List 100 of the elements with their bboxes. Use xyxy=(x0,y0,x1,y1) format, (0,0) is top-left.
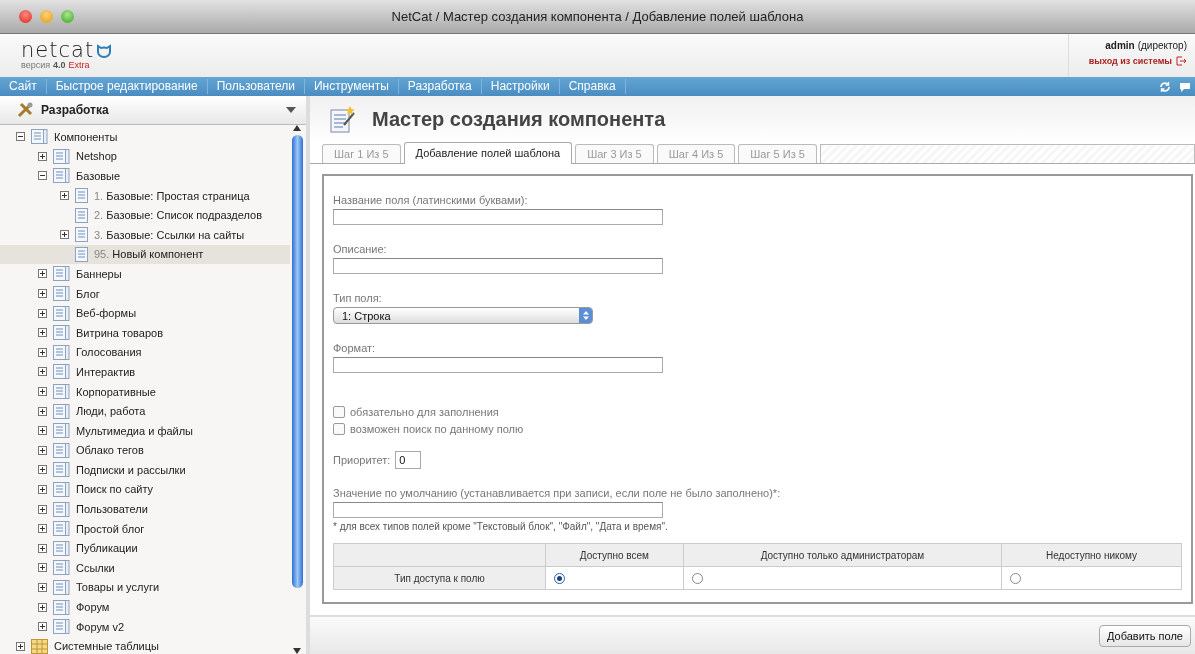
expand-icon[interactable] xyxy=(38,308,47,318)
expand-icon[interactable] xyxy=(16,641,25,651)
format-input[interactable] xyxy=(333,357,663,373)
checkbox-label: возможен поиск по данному полю xyxy=(350,422,524,435)
exit-icon xyxy=(1176,56,1187,66)
expand-icon[interactable] xyxy=(38,563,47,573)
field-name-input[interactable] xyxy=(333,209,663,225)
expand-icon[interactable] xyxy=(38,387,47,396)
tree-item[interactable]: Подписки и рассылки xyxy=(0,460,290,480)
description-input[interactable] xyxy=(333,258,663,274)
documents-icon xyxy=(53,423,70,439)
expand-icon[interactable] xyxy=(38,347,47,357)
tree-item[interactable]: Облако тегов xyxy=(0,440,290,461)
documents-icon xyxy=(53,168,70,184)
cat-head-icon xyxy=(96,42,113,58)
tree-item[interactable]: Мультимедиа и файлы xyxy=(0,420,290,441)
tree-item[interactable]: Корпоративные xyxy=(0,381,290,402)
tree-item[interactable]: Баннеры xyxy=(0,264,290,284)
tree-item[interactable]: Простой блог xyxy=(0,518,290,539)
tree-item[interactable]: Форум v2 xyxy=(0,616,290,637)
checkbox[interactable] xyxy=(333,422,345,435)
field-label: Название поля (латинскими буквами): xyxy=(333,194,529,206)
radio-button[interactable] xyxy=(1010,572,1022,584)
expand-icon[interactable] xyxy=(38,367,47,377)
tree-item[interactable]: Ссылки xyxy=(0,558,290,578)
default-value-input[interactable] xyxy=(333,502,663,518)
expand-icon[interactable] xyxy=(38,524,47,534)
tree-item[interactable]: Пользователи xyxy=(0,499,290,519)
document-icon xyxy=(75,227,88,243)
expand-icon[interactable] xyxy=(60,230,69,240)
expand-icon[interactable] xyxy=(38,269,47,279)
add-field-button[interactable]: Добавить поле xyxy=(1098,624,1191,647)
documents-icon xyxy=(53,148,70,164)
expand-icon[interactable] xyxy=(38,504,47,514)
documents-icon xyxy=(31,129,48,145)
tree-item[interactable]: 95. Новый компонент xyxy=(0,244,290,265)
documents-icon xyxy=(53,540,70,556)
collapse-icon[interactable] xyxy=(38,171,47,181)
tree-item[interactable]: Netshop xyxy=(0,146,290,167)
scroll-down-arrow-icon[interactable] xyxy=(293,648,301,654)
tree-item[interactable]: 3. Базовые: Ссылки на сайты xyxy=(0,224,290,245)
expand-icon[interactable] xyxy=(38,406,47,416)
refresh-icon[interactable] xyxy=(1159,80,1171,93)
expand-icon[interactable] xyxy=(38,445,47,455)
tree-item[interactable]: Товары и услуги xyxy=(0,577,290,598)
logout-link[interactable]: выход из системы xyxy=(1088,56,1172,66)
expand-icon[interactable] xyxy=(38,151,47,161)
tree-item[interactable]: 1. Базовые: Простая страница xyxy=(0,185,290,206)
documents-icon xyxy=(53,344,70,360)
expand-icon[interactable] xyxy=(60,191,69,201)
tree-item[interactable]: Системные таблицы xyxy=(0,636,290,654)
expand-icon[interactable] xyxy=(38,289,47,299)
collapse-icon[interactable] xyxy=(16,132,25,142)
priority-input[interactable]: 0 xyxy=(395,451,422,469)
tree-item[interactable]: Интерактив xyxy=(0,362,290,382)
checkbox-label: обязательно для заполнения xyxy=(350,405,499,418)
expand-icon[interactable] xyxy=(38,426,47,436)
scrollbar-thumb[interactable] xyxy=(291,135,303,588)
expand-icon[interactable] xyxy=(38,465,47,475)
documents-icon xyxy=(53,305,70,321)
checkbox[interactable] xyxy=(333,405,345,418)
radio-button[interactable] xyxy=(554,572,565,584)
column-header: Доступно только администраторам xyxy=(683,543,1002,567)
field-label: Значение по умолчанию (устанавливается при записи, если поле не было заполнено)*: xyxy=(333,487,782,499)
expand-icon[interactable] xyxy=(38,622,47,632)
documents-icon xyxy=(53,384,70,399)
expand-icon[interactable] xyxy=(38,582,47,592)
field-label: Формат: xyxy=(333,342,377,354)
expand-icon[interactable] xyxy=(38,602,47,612)
user-name: admin xyxy=(1105,40,1135,51)
field-type-select[interactable]: 1: Строка xyxy=(333,307,593,324)
documents-icon xyxy=(53,560,70,576)
wizard-document-icon xyxy=(330,105,356,133)
table-icon xyxy=(31,638,48,654)
radio-button[interactable] xyxy=(691,572,703,584)
documents-icon xyxy=(53,462,70,478)
close-button[interactable] xyxy=(19,10,32,23)
expand-icon[interactable] xyxy=(38,543,47,553)
documents-icon xyxy=(53,364,70,380)
tree-item[interactable]: Люди, работа xyxy=(0,401,290,421)
documents-icon xyxy=(53,266,70,282)
tree-item[interactable]: Веб-формы xyxy=(0,303,290,323)
tree-item[interactable]: Блог xyxy=(0,283,290,304)
tree-item[interactable]: 2. Базовые: Список подразделов xyxy=(0,205,290,225)
wizard-tab[interactable]: Добавление полей шаблона xyxy=(403,142,573,164)
tree-item[interactable]: Поиск по сайту xyxy=(0,479,290,500)
tree-item[interactable]: Витрина товаров xyxy=(0,322,290,343)
tree-item[interactable]: Голосования xyxy=(0,342,290,363)
expand-icon[interactable] xyxy=(38,328,47,338)
documents-icon xyxy=(53,619,70,635)
chat-icon[interactable] xyxy=(1179,80,1191,93)
expand-icon[interactable] xyxy=(38,485,47,494)
tree-item[interactable]: Публикации xyxy=(0,538,290,559)
footnote: * для всех типов полей кроме "Текстовый блок", "Файл", "Дата и время". xyxy=(333,521,669,532)
column-header: Недоступно никому xyxy=(1001,543,1182,567)
dropdown-caret-icon[interactable] xyxy=(286,107,296,113)
tree-item[interactable]: Компоненты xyxy=(0,127,290,147)
scroll-up-arrow-icon[interactable] xyxy=(293,125,301,131)
tree-item[interactable]: Базовые xyxy=(0,166,290,186)
tree-item[interactable]: Форум xyxy=(0,597,290,617)
